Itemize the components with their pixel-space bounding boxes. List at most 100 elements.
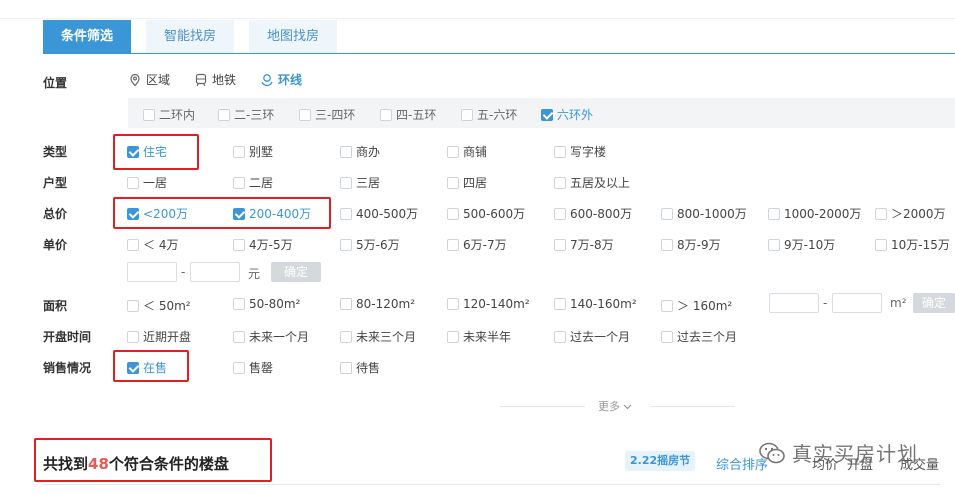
- type-option[interactable]: 商办: [340, 143, 380, 160]
- checkbox[interactable]: [768, 238, 780, 251]
- checkbox[interactable]: [233, 145, 245, 158]
- unit-price-confirm-button[interactable]: 确定: [271, 262, 321, 282]
- layout-option[interactable]: 一居: [127, 174, 167, 191]
- checkbox[interactable]: [554, 207, 566, 220]
- layout-option[interactable]: 二居: [233, 174, 273, 191]
- checkbox[interactable]: [340, 207, 352, 220]
- checkbox[interactable]: [340, 330, 352, 343]
- ring-option[interactable]: 二环内: [143, 106, 195, 123]
- checkbox[interactable]: [447, 238, 459, 251]
- type-option[interactable]: 别墅: [233, 143, 273, 160]
- opening-option[interactable]: 近期开盘: [127, 328, 191, 345]
- ring-option[interactable]: 三-四环: [299, 106, 355, 123]
- checkbox[interactable]: [554, 330, 566, 343]
- area-max-input[interactable]: [832, 293, 882, 313]
- type-option[interactable]: 写字楼: [554, 143, 606, 160]
- checkbox[interactable]: [768, 207, 780, 220]
- checkbox[interactable]: [233, 361, 245, 374]
- checkbox[interactable]: [380, 108, 392, 121]
- ring-option[interactable]: 六环外: [541, 106, 593, 123]
- location-mode-subway[interactable]: 地铁: [194, 71, 236, 88]
- more-toggle[interactable]: 更多: [598, 398, 632, 414]
- checkbox[interactable]: [218, 108, 230, 121]
- checkbox[interactable]: [461, 108, 473, 121]
- unit-price-max-input[interactable]: [190, 262, 240, 282]
- checkbox[interactable]: [127, 176, 139, 189]
- opening-option[interactable]: 过去三个月: [661, 328, 737, 345]
- area-option[interactable]: ＜ 50m²: [127, 297, 191, 314]
- checkbox[interactable]: [554, 238, 566, 251]
- checkbox[interactable]: [340, 361, 352, 374]
- checkbox[interactable]: [340, 176, 352, 189]
- checkbox[interactable]: [447, 207, 459, 220]
- ring-option[interactable]: 四-五环: [380, 106, 436, 123]
- unit-price-option[interactable]: 7万-8万: [554, 236, 614, 253]
- checkbox[interactable]: [340, 298, 352, 310]
- checkbox[interactable]: [875, 238, 887, 251]
- checkbox[interactable]: [447, 145, 459, 158]
- unit-price-option[interactable]: 6万-7万: [447, 236, 507, 253]
- area-option[interactable]: 120-140m²: [447, 297, 530, 311]
- opening-option[interactable]: 未来半年: [447, 328, 511, 345]
- checkbox[interactable]: [299, 108, 311, 121]
- area-option[interactable]: 80-120m²: [340, 297, 415, 311]
- total-price-option[interactable]: ＞2000万: [875, 205, 946, 222]
- total-price-option[interactable]: 600-800万: [554, 205, 632, 222]
- promo-badge[interactable]: 2.22摇房节: [625, 451, 696, 471]
- area-min-input[interactable]: [769, 293, 819, 313]
- type-option[interactable]: 商铺: [447, 143, 487, 160]
- checkbox[interactable]: [447, 330, 459, 343]
- sales-option[interactable]: 待售: [340, 359, 380, 376]
- checkbox[interactable]: [447, 298, 459, 310]
- layout-option[interactable]: 四居: [447, 174, 487, 191]
- total-price-option[interactable]: 800-1000万: [661, 205, 747, 222]
- area-confirm-button[interactable]: 确定: [913, 293, 955, 313]
- tab-map-search[interactable]: 地图找房: [249, 20, 337, 54]
- total-price-option[interactable]: 500-600万: [447, 205, 525, 222]
- ring-option[interactable]: 五-六环: [461, 106, 517, 123]
- opening-option[interactable]: 未来一个月: [233, 328, 309, 345]
- ring-option[interactable]: 二-三环: [218, 106, 274, 123]
- unit-price-option[interactable]: 10万-15万: [875, 236, 950, 253]
- unit-price-option[interactable]: ＜ 4万: [127, 236, 178, 253]
- area-option[interactable]: 140-160m²: [554, 297, 637, 311]
- checkbox[interactable]: [554, 145, 566, 158]
- opening-option[interactable]: 过去一个月: [554, 328, 630, 345]
- checkbox[interactable]: [661, 238, 673, 251]
- checkbox[interactable]: [554, 176, 566, 189]
- area-option[interactable]: ＞ 160m²: [661, 297, 732, 314]
- checkbox[interactable]: [875, 207, 887, 220]
- checkbox[interactable]: [233, 176, 245, 189]
- checkbox[interactable]: [127, 330, 139, 343]
- total-price-option[interactable]: 1000-2000万: [768, 205, 861, 222]
- checkbox[interactable]: [447, 176, 459, 189]
- location-mode-ring-road[interactable]: 环线: [260, 71, 302, 88]
- unit-price-option[interactable]: 8万-9万: [661, 236, 721, 253]
- tab-filter[interactable]: 条件筛选: [43, 20, 131, 54]
- checkbox[interactable]: [554, 298, 566, 310]
- tab-smart-search[interactable]: 智能找房: [146, 20, 234, 54]
- checkbox[interactable]: [233, 330, 245, 343]
- checkbox-checked[interactable]: [541, 108, 553, 121]
- unit-price-option[interactable]: 5万-6万: [340, 236, 400, 253]
- checkbox[interactable]: [340, 238, 352, 251]
- area-option[interactable]: 50-80m²: [233, 297, 300, 311]
- layout-option[interactable]: 三居: [340, 174, 380, 191]
- checkbox[interactable]: [661, 299, 673, 312]
- checkbox[interactable]: [340, 145, 352, 158]
- checkbox[interactable]: [233, 238, 245, 251]
- unit-price-option[interactable]: 4万-5万: [233, 236, 293, 253]
- unit-price-option[interactable]: 9万-10万: [768, 236, 835, 253]
- checkbox[interactable]: [661, 207, 673, 220]
- layout-option[interactable]: 五居及以上: [554, 174, 630, 191]
- checkbox[interactable]: [661, 330, 673, 343]
- checkbox[interactable]: [233, 298, 245, 310]
- opening-option[interactable]: 未来三个月: [340, 328, 416, 345]
- checkbox[interactable]: [143, 108, 155, 121]
- checkbox[interactable]: [127, 299, 139, 312]
- checkbox[interactable]: [127, 238, 139, 251]
- unit-price-min-input[interactable]: [127, 262, 177, 282]
- location-mode-district[interactable]: 区域: [128, 71, 170, 88]
- total-price-option[interactable]: 400-500万: [340, 205, 418, 222]
- sales-option[interactable]: 售罄: [233, 359, 273, 376]
